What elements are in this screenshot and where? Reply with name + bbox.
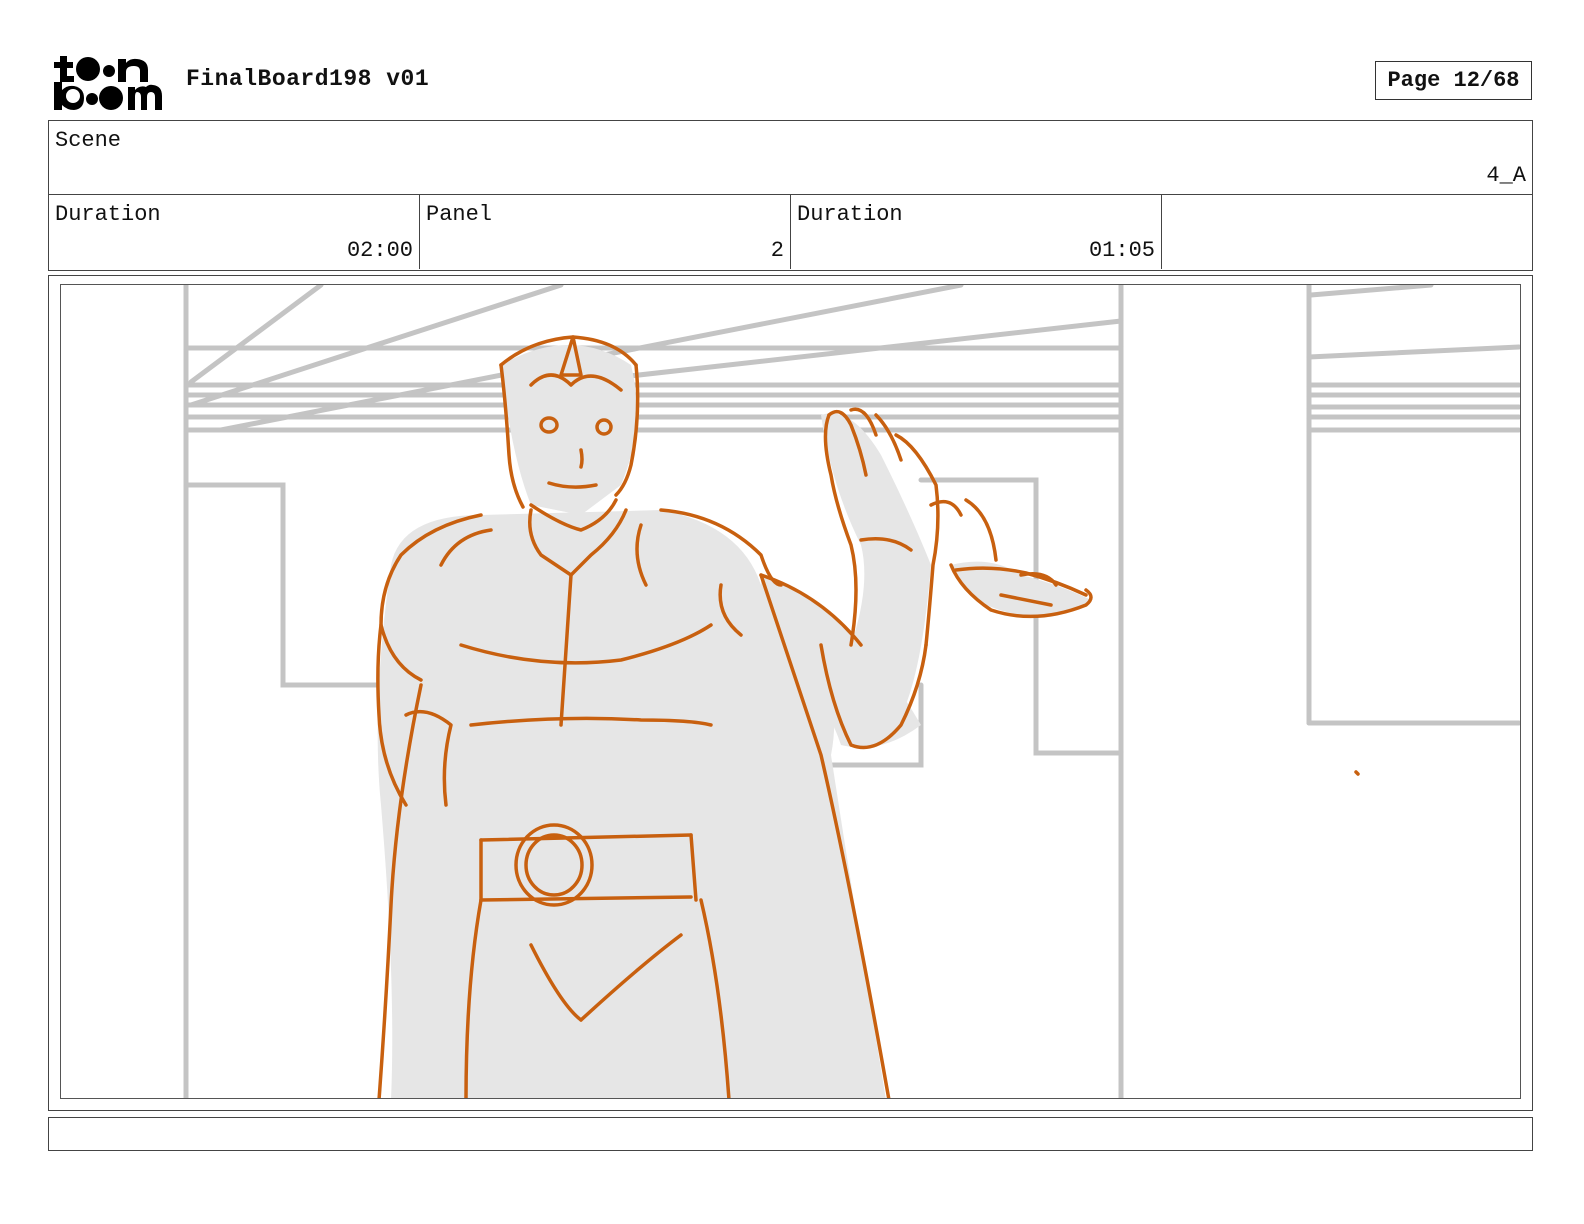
panel-sketch [183,285,1520,1098]
page-label: Page 12/68 [1387,68,1520,93]
board-title: FinalBoard198 v01 [186,66,430,92]
panel-number-value: 2 [770,238,784,263]
scene-label: Scene [55,128,122,153]
scene-duration-value: 02:00 [346,238,413,263]
page-indicator: Page 12/68 [1375,61,1532,100]
panel-number-cell: Panel 2 [420,195,791,269]
scene-duration-label: Duration [55,202,161,227]
panel-duration-label: Duration [797,202,903,227]
scene-row: Scene 4_A [49,121,1532,195]
scene-value: 4_A [1486,163,1526,188]
panel-duration-cell: Duration 01:05 [791,195,1162,269]
empty-cell [1162,195,1532,269]
meta-row: Duration 02:00 Panel 2 Duration 01:05 [49,195,1532,269]
scene-duration-cell: Duration 02:00 [49,195,420,269]
panel-number-label: Panel [426,202,493,227]
caption-box [48,1117,1533,1151]
info-table: Scene 4_A Duration 02:00 Panel 2 Duratio… [48,120,1533,271]
storyboard-panel-image [60,284,1521,1099]
storyboard-panel-frame [48,275,1533,1111]
toon-boom-logo [54,56,162,110]
panel-duration-value: 01:05 [1088,238,1155,263]
